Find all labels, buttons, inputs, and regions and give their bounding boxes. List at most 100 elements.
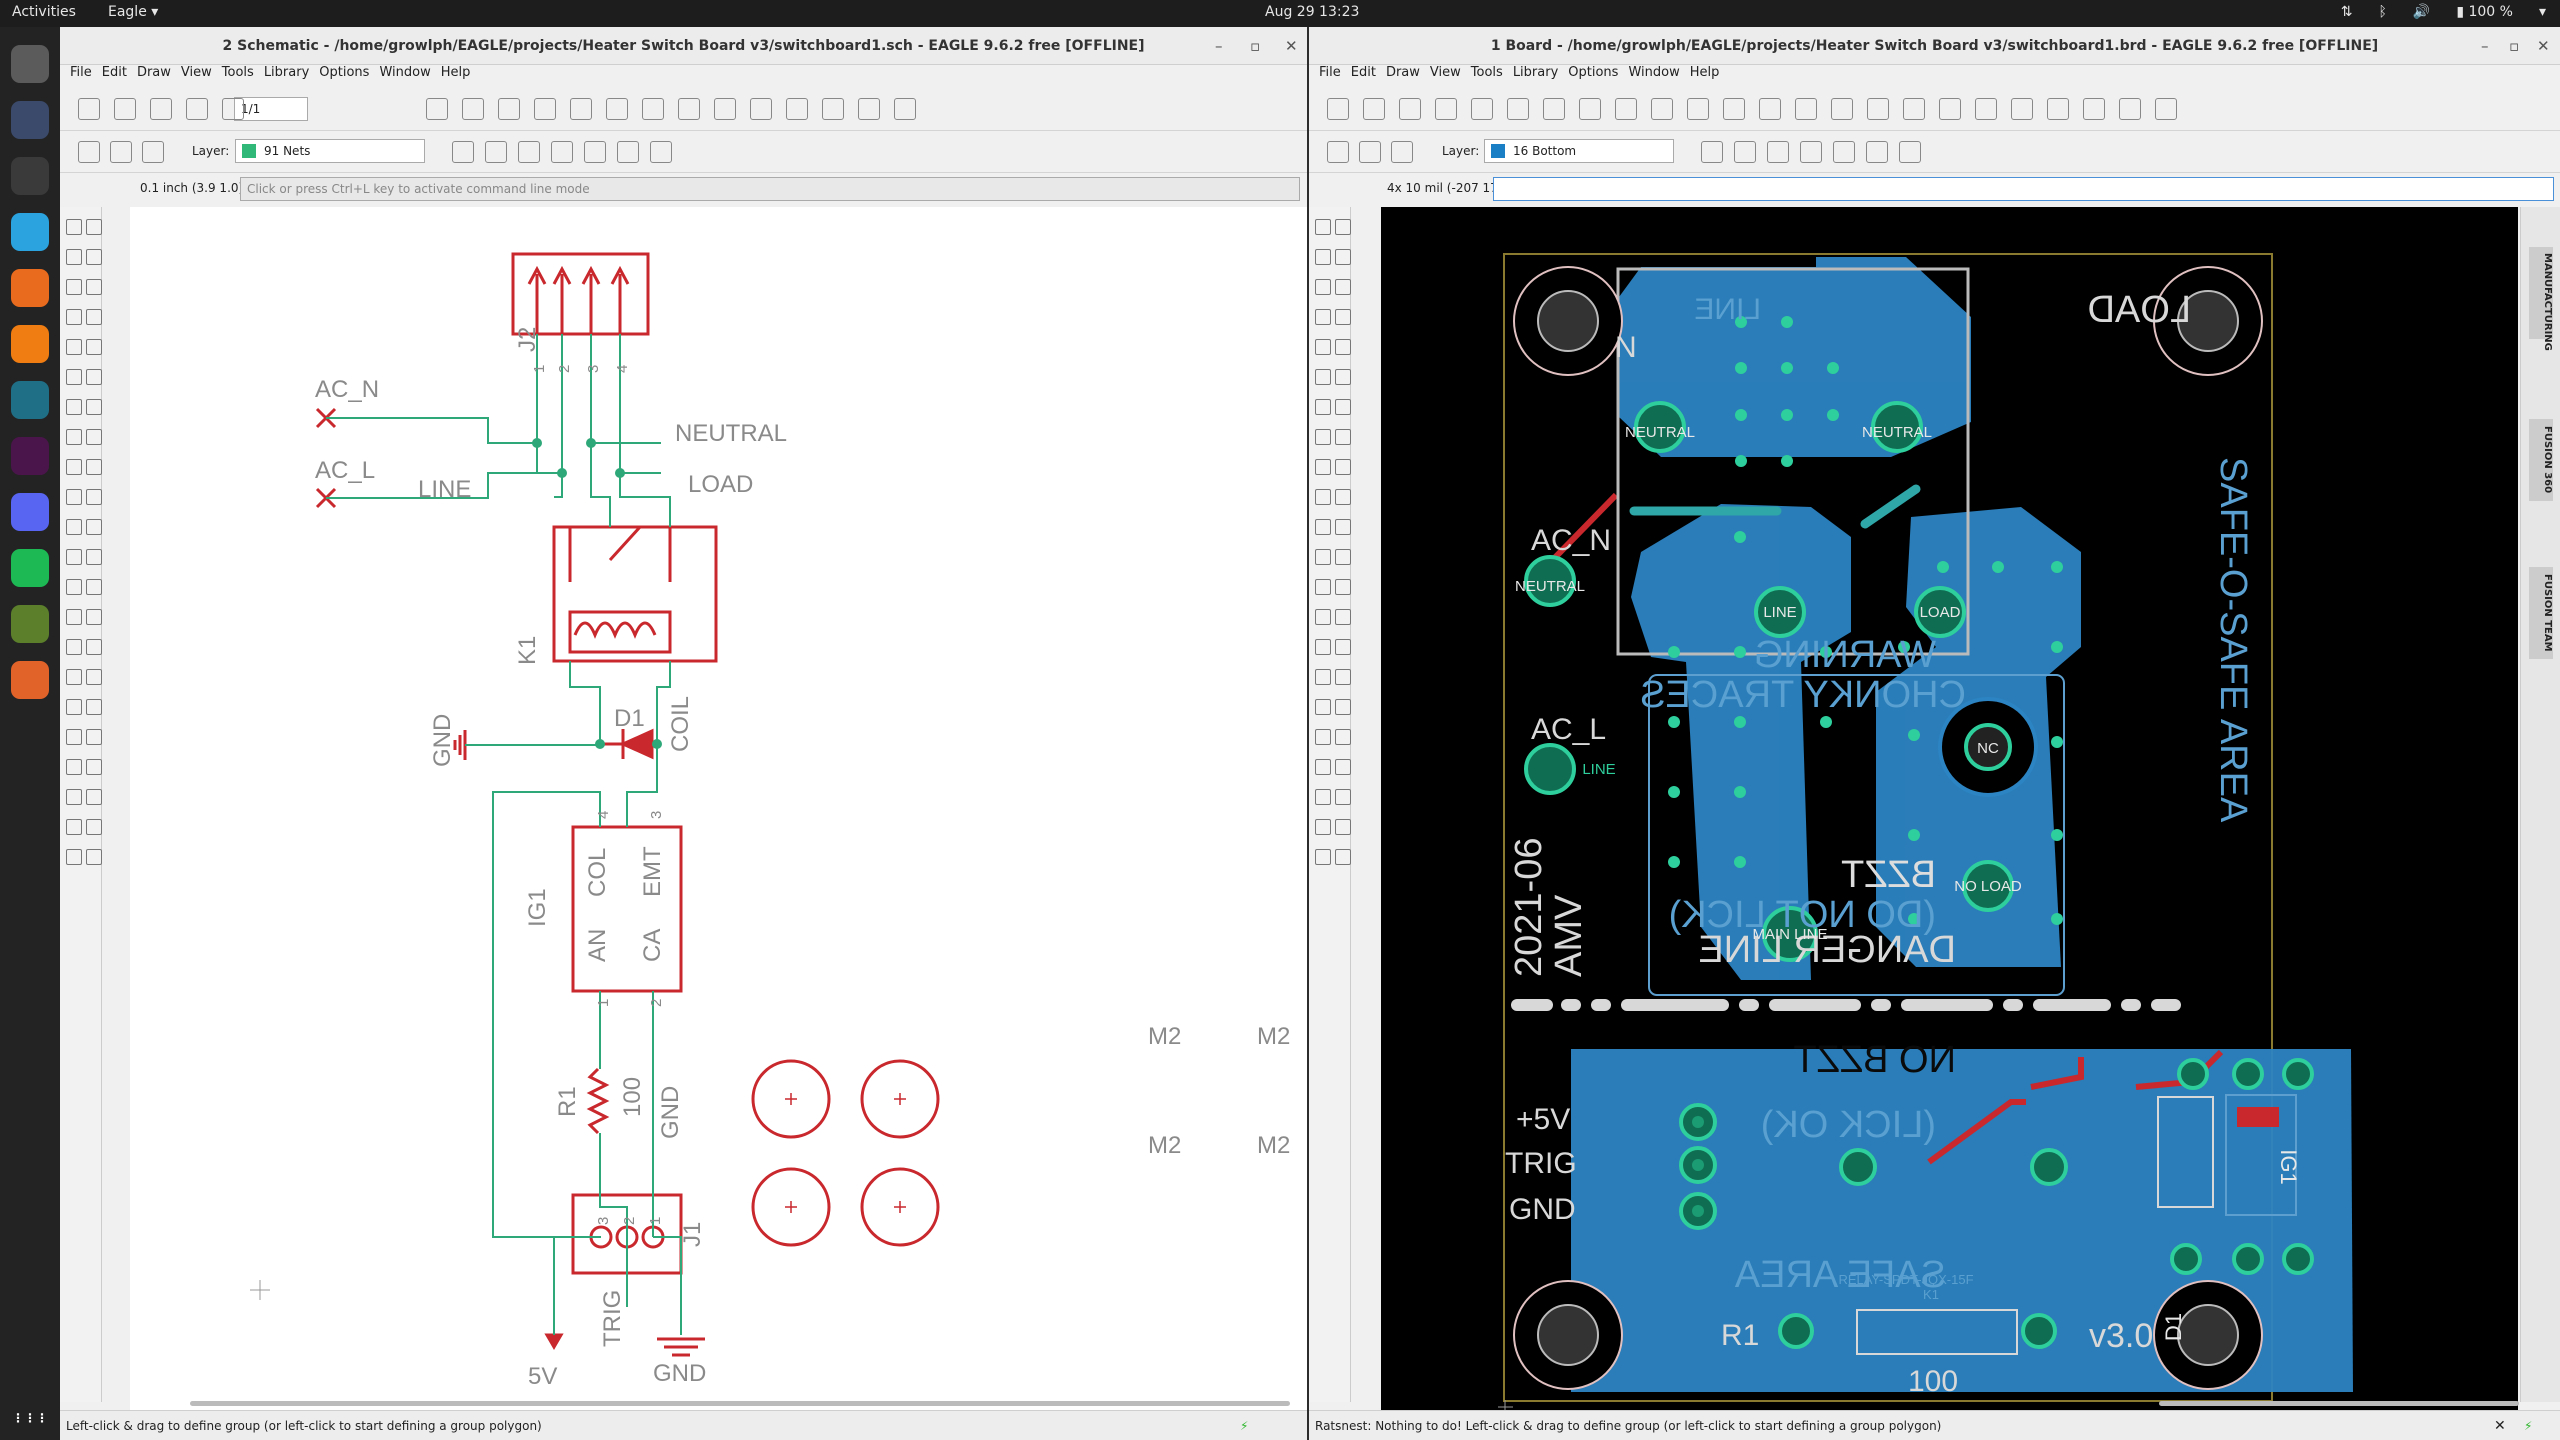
toolbar-icon[interactable] [498, 98, 520, 120]
toolbar-icon[interactable] [1903, 98, 1925, 120]
tool-icon[interactable] [1335, 609, 1351, 625]
toolbar-icon[interactable] [570, 98, 592, 120]
toolbar-icon[interactable] [2047, 98, 2069, 120]
tool-icon[interactable] [1315, 849, 1331, 865]
tool-icon[interactable] [1335, 549, 1351, 565]
tool-icon[interactable] [1335, 219, 1351, 235]
toolbar-icon[interactable] [1435, 98, 1457, 120]
system-monitor-icon[interactable] [11, 101, 49, 139]
toolbar-icon[interactable] [1939, 98, 1961, 120]
tool-icon[interactable] [1315, 759, 1331, 775]
spotify-icon[interactable] [11, 549, 49, 587]
toolbar-icon[interactable] [426, 98, 448, 120]
toolbar-icon[interactable] [1471, 98, 1493, 120]
close-button[interactable]: ✕ [1285, 27, 1298, 65]
tool-icon[interactable] [86, 639, 102, 655]
tool-icon[interactable] [1335, 279, 1351, 295]
tool-icon[interactable] [1315, 789, 1331, 805]
toolbar-icon[interactable] [1359, 141, 1381, 163]
tool-icon[interactable] [66, 369, 82, 385]
toolbar-icon[interactable] [1800, 141, 1822, 163]
tool-icon[interactable] [1315, 519, 1331, 535]
files-icon[interactable] [11, 45, 49, 83]
app-grid-icon[interactable]: ⋮⋮⋮ [11, 1399, 49, 1437]
sublime-text-icon[interactable] [11, 325, 49, 363]
tool-icon[interactable] [66, 309, 82, 325]
tool-icon[interactable] [66, 579, 82, 595]
tool-icon[interactable] [66, 789, 82, 805]
tool-icon[interactable] [66, 429, 82, 445]
tool-icon[interactable] [86, 699, 102, 715]
layer-select[interactable]: 91 Nets [235, 139, 425, 163]
toolbar-icon[interactable] [1399, 98, 1421, 120]
menu-file[interactable]: File [1319, 65, 1341, 80]
menu-tools[interactable]: Tools [1471, 65, 1503, 80]
toolbar-icon[interactable] [642, 98, 664, 120]
tool-icon[interactable] [1315, 429, 1331, 445]
tool-icon[interactable] [86, 459, 102, 475]
tool-icon[interactable] [1335, 639, 1351, 655]
toolbar-icon[interactable] [1899, 141, 1921, 163]
tool-icon[interactable] [66, 609, 82, 625]
lightning-icon[interactable]: ⚡ [1240, 1411, 1248, 1440]
tool-icon[interactable] [66, 699, 82, 715]
tool-icon[interactable] [1315, 279, 1331, 295]
toolbar-icon[interactable] [714, 98, 736, 120]
app-menu-button[interactable]: Eagle ▾ [108, 4, 158, 20]
remote-desktop-icon[interactable] [11, 381, 49, 419]
tool-icon[interactable] [1335, 519, 1351, 535]
toolbar-icon[interactable] [606, 98, 628, 120]
toolbar-icon[interactable] [142, 141, 164, 163]
toolbar-icon[interactable] [1831, 98, 1853, 120]
toolbar-icon[interactable] [452, 141, 474, 163]
menu-help[interactable]: Help [1690, 65, 1720, 80]
lightning-icon[interactable]: ⚡ [2524, 1411, 2532, 1440]
toolbar-icon[interactable] [114, 98, 136, 120]
menu-options[interactable]: Options [1568, 65, 1618, 80]
tool-icon[interactable] [86, 399, 102, 415]
tool-icon[interactable] [1315, 609, 1331, 625]
toolbar-icon[interactable] [1615, 98, 1637, 120]
toolbar-icon[interactable] [584, 141, 606, 163]
tool-icon[interactable] [86, 819, 102, 835]
tool-icon[interactable] [1335, 849, 1351, 865]
toolbar-icon[interactable] [110, 141, 132, 163]
toolbar-icon[interactable] [150, 98, 172, 120]
toolbar-icon[interactable] [750, 98, 772, 120]
tool-icon[interactable] [66, 399, 82, 415]
tool-icon[interactable] [86, 729, 102, 745]
menu-edit[interactable]: Edit [102, 65, 127, 80]
tab-fusion-360[interactable]: FUSION 360 [2529, 419, 2553, 501]
maximize-button[interactable]: ▫ [2509, 27, 2519, 65]
tool-icon[interactable] [86, 849, 102, 865]
tool-icon[interactable] [1315, 399, 1331, 415]
tool-icon[interactable] [66, 489, 82, 505]
firefox-icon[interactable] [11, 269, 49, 307]
menu-file[interactable]: File [70, 65, 92, 80]
toolbar-icon[interactable] [1759, 98, 1781, 120]
menu-draw[interactable]: Draw [1386, 65, 1420, 80]
toolbar-icon[interactable] [78, 141, 100, 163]
menu-help[interactable]: Help [441, 65, 471, 80]
toolbar-icon[interactable] [1543, 98, 1565, 120]
tool-icon[interactable] [66, 639, 82, 655]
menu-draw[interactable]: Draw [137, 65, 171, 80]
tool-icon[interactable] [1335, 459, 1351, 475]
tool-icon[interactable] [1335, 399, 1351, 415]
tool-icon[interactable] [1335, 429, 1351, 445]
menu-edit[interactable]: Edit [1351, 65, 1376, 80]
tool-icon[interactable] [86, 489, 102, 505]
menu-view[interactable]: View [181, 65, 212, 80]
toolbar-icon[interactable] [1391, 141, 1413, 163]
tool-icon[interactable] [1335, 249, 1351, 265]
toolbar-icon[interactable] [1867, 98, 1889, 120]
tool-icon[interactable] [86, 279, 102, 295]
close-button[interactable]: ✕ [2537, 27, 2550, 65]
toolbar-icon[interactable] [1767, 141, 1789, 163]
toolbar-icon[interactable] [1327, 98, 1349, 120]
tool-icon[interactable] [1315, 729, 1331, 745]
toolbar-icon[interactable] [534, 98, 556, 120]
discord-icon[interactable] [11, 493, 49, 531]
toolbar-icon[interactable] [617, 141, 639, 163]
tool-icon[interactable] [1315, 309, 1331, 325]
